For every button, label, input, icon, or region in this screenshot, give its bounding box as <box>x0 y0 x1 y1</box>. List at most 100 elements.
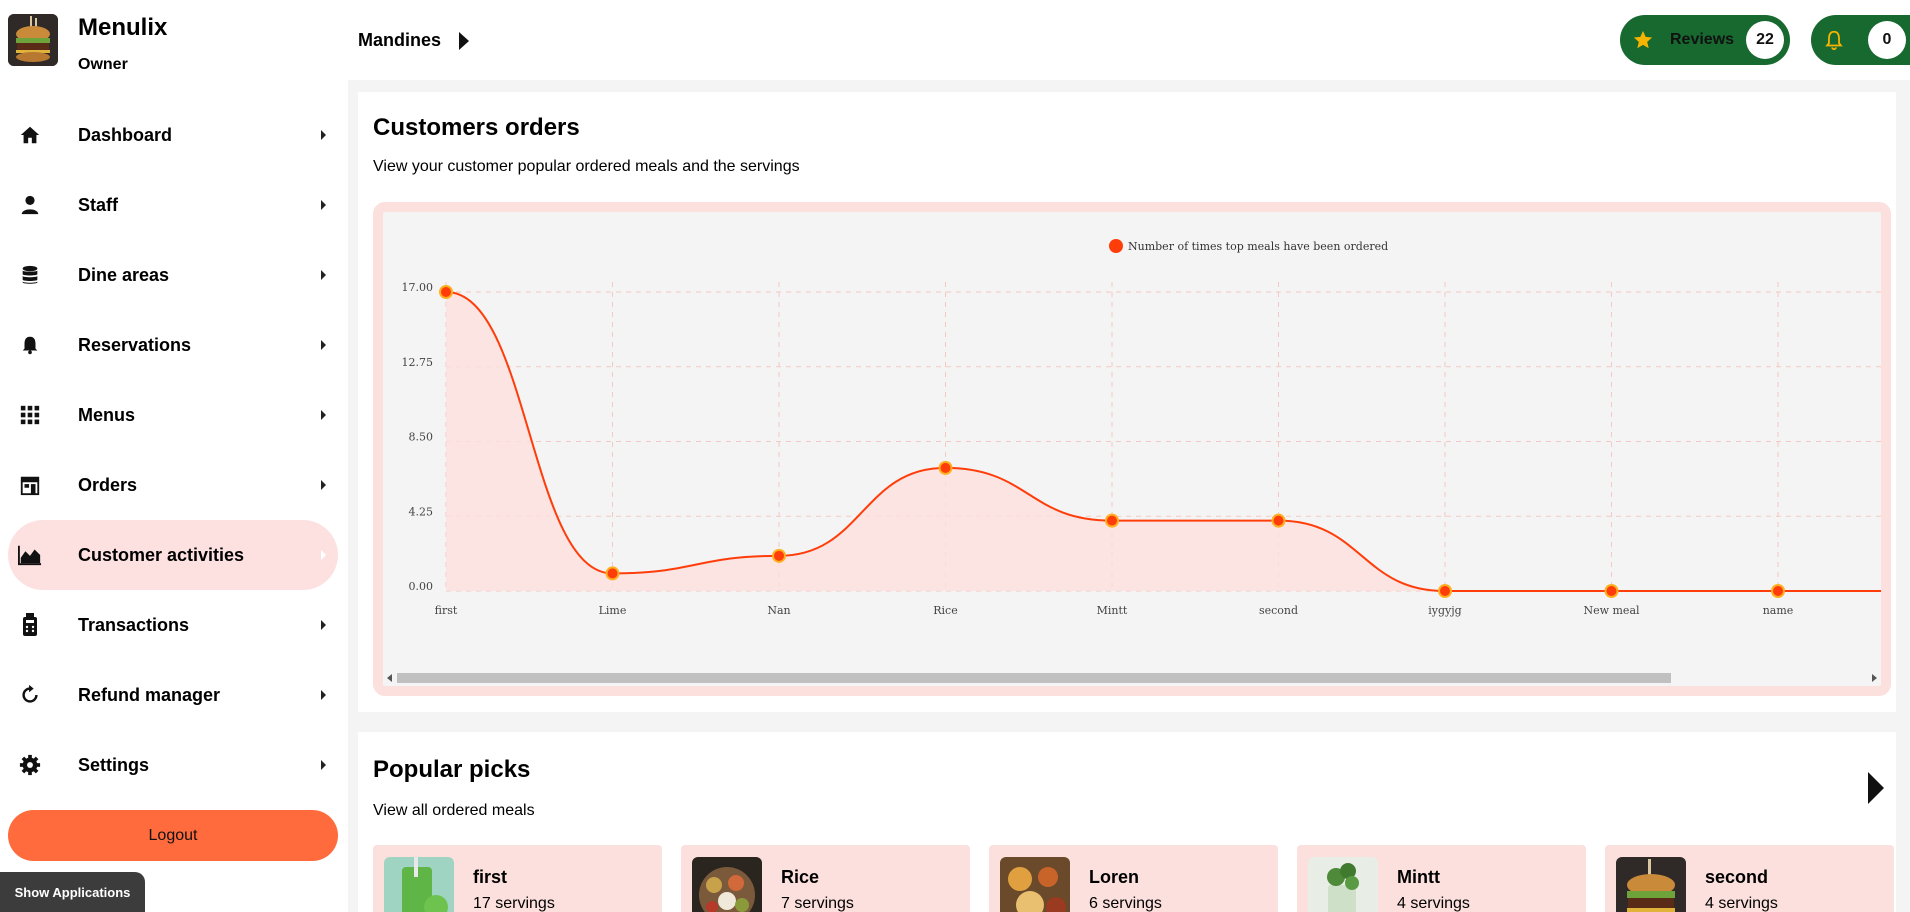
person-icon <box>18 193 42 217</box>
brand-name: Menulix <box>78 14 168 41</box>
view-all-arrow-icon[interactable] <box>1868 772 1884 804</box>
bell-icon <box>18 333 42 357</box>
show-applications-label: Show Applications <box>14 884 131 900</box>
legend-marker <box>1109 239 1123 253</box>
y-tick-label: 4.25 <box>409 505 434 518</box>
breadcrumb[interactable]: Mandines <box>358 30 470 51</box>
area-chart-icon <box>18 543 42 567</box>
store-icon <box>18 473 42 497</box>
scroll-left-arrow-icon[interactable] <box>387 674 392 682</box>
sidebar-item-settings[interactable]: Settings <box>8 730 338 800</box>
top-header: Mandines Reviews 22 0 <box>348 0 1910 80</box>
chevron-right-icon <box>321 410 326 420</box>
pick-card[interactable]: Loren 6 servings <box>989 845 1278 912</box>
meal-image <box>1308 857 1378 912</box>
chevron-right-icon <box>321 340 326 350</box>
pick-name: first <box>473 867 508 887</box>
card-reader-icon <box>18 613 42 637</box>
pick-card[interactable]: Mintt 4 servings <box>1297 845 1586 912</box>
meal-image <box>692 857 762 912</box>
sidebar-item-dashboard[interactable]: Dashboard <box>8 100 338 170</box>
pick-servings: 4 servings <box>1705 895 1778 912</box>
brand-role: Owner <box>78 56 128 73</box>
chevron-right-icon <box>321 690 326 700</box>
sidebar-item-label: Orders <box>78 474 138 495</box>
sidebar-item-staff[interactable]: Staff <box>8 170 338 240</box>
sidebar: Menulix Owner Dashboard Staff Dine areas <box>0 0 348 912</box>
y-tick-label: 17.00 <box>402 281 434 294</box>
scrollbar-thumb[interactable] <box>397 673 1671 683</box>
x-tick-label: first <box>435 604 458 617</box>
data-point <box>439 285 453 299</box>
customers-orders-subtitle: View your customer popular ordered meals… <box>373 158 800 175</box>
show-applications-button[interactable]: Show Applications <box>0 872 145 912</box>
scroll-right-arrow-icon[interactable] <box>1872 674 1877 682</box>
logout-button[interactable]: Logout <box>8 810 338 861</box>
popular-picks-title: Popular picks <box>373 756 531 783</box>
caret-right-icon <box>459 31 470 50</box>
gear-icon <box>18 753 42 777</box>
sidebar-item-label: Settings <box>78 754 150 775</box>
x-tick-label: Mintt <box>1097 604 1128 617</box>
pick-name: Mintt <box>1397 867 1440 887</box>
legend-label: Number of times top meals have been orde… <box>1128 240 1388 253</box>
pick-name: second <box>1705 867 1769 887</box>
chevron-right-icon <box>321 760 326 770</box>
y-tick-label: 8.50 <box>409 431 434 444</box>
sidebar-item-label: Customer activities <box>78 544 245 565</box>
pick-name: Rice <box>781 867 820 887</box>
x-tick-label: New meal <box>1583 604 1640 617</box>
sidebar-item-label: Reservations <box>78 334 192 355</box>
star-icon <box>1633 30 1653 49</box>
pick-card[interactable]: first 17 servings <box>373 845 662 912</box>
popular-picks-subtitle: View all ordered meals <box>373 802 535 819</box>
x-tick-label: Lime <box>599 604 627 617</box>
chevron-right-icon <box>321 620 326 630</box>
sidebar-item-label: Refund manager <box>78 684 221 705</box>
data-point <box>1438 584 1452 598</box>
chevron-right-icon <box>321 480 326 490</box>
chart-horizontal-scrollbar[interactable] <box>383 668 1881 686</box>
sidebar-item-transactions[interactable]: Transactions <box>8 590 338 660</box>
customers-orders-title: Customers orders <box>373 114 580 141</box>
meal-image <box>384 857 454 912</box>
notifications-button[interactable]: 0 <box>1811 15 1910 65</box>
sidebar-item-reservations[interactable]: Reservations <box>8 310 338 380</box>
x-tick-label: Rice <box>933 604 957 617</box>
pick-servings: 6 servings <box>1089 895 1162 912</box>
x-tick-label: second <box>1259 604 1298 617</box>
sidebar-item-menus[interactable]: Menus <box>8 380 338 450</box>
customers-orders-card: Customers orders View your customer popu… <box>358 92 1896 712</box>
data-point <box>772 548 786 563</box>
chevron-right-icon <box>321 270 326 280</box>
series-area <box>446 292 1881 591</box>
popular-picks-card: Popular picks View all ordered meals fir… <box>358 732 1896 912</box>
data-point <box>1105 513 1119 528</box>
chevron-right-icon <box>321 200 326 210</box>
refresh-icon <box>18 683 42 707</box>
data-point <box>1271 513 1286 528</box>
pick-name: Loren <box>1089 867 1140 887</box>
breadcrumb-restaurant: Mandines <box>358 30 442 50</box>
reviews-button[interactable]: Reviews 22 <box>1620 15 1790 65</box>
chevron-right-icon <box>321 130 326 140</box>
pick-card[interactable]: Rice 7 servings <box>681 845 970 912</box>
sidebar-item-dine-areas[interactable]: Dine areas <box>8 240 338 310</box>
notifications-count-badge: 0 <box>1868 21 1906 59</box>
pick-card[interactable]: second 4 servings <box>1605 845 1894 912</box>
sidebar-item-orders[interactable]: Orders <box>8 450 338 520</box>
y-tick-label: 0.00 <box>409 580 434 593</box>
orders-chart-frame: 0.00 4.25 8.50 12.75 17.00 first Lime Nan Rice Mi… <box>373 202 1891 696</box>
y-tick-label: 12.75 <box>402 356 434 369</box>
sidebar-item-customer-activities[interactable]: Customer activities <box>8 520 338 590</box>
pick-servings: 17 servings <box>473 895 555 912</box>
sidebar-item-label: Transactions <box>78 614 190 635</box>
data-point <box>938 460 953 475</box>
x-tick-label: iygyjg <box>1428 604 1461 617</box>
sidebar-item-refund-manager[interactable]: Refund manager <box>8 660 338 730</box>
brand-logo <box>8 14 58 66</box>
x-tick-label: Nan <box>767 604 790 617</box>
pick-servings: 4 servings <box>1397 895 1470 912</box>
sidebar-item-label: Dashboard <box>78 124 173 145</box>
meal-image <box>1000 857 1070 912</box>
